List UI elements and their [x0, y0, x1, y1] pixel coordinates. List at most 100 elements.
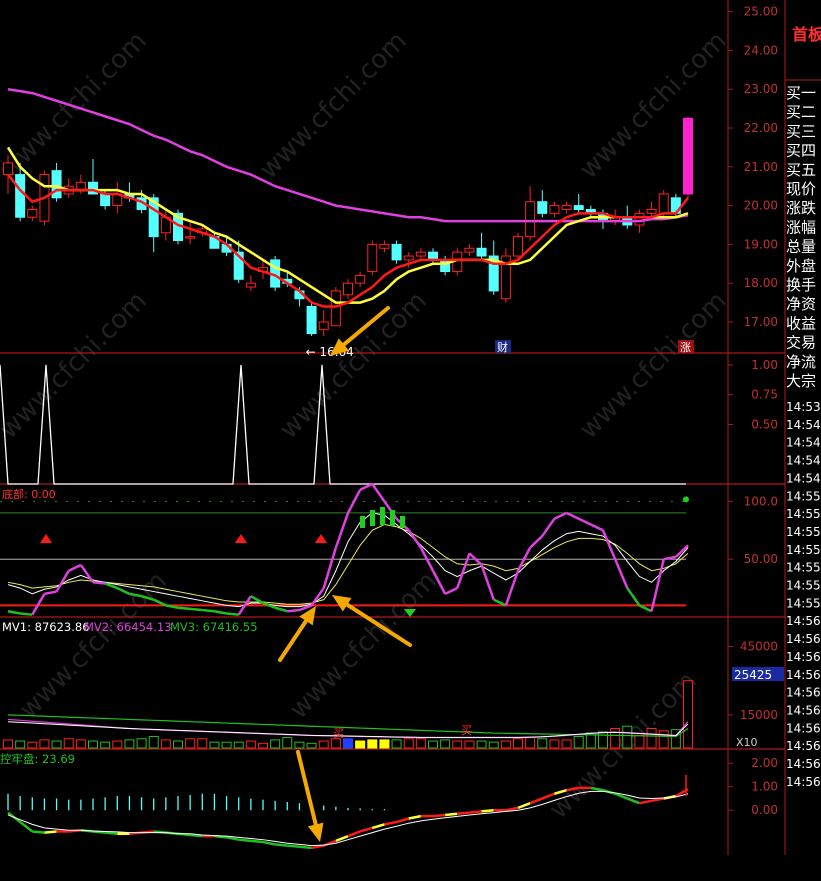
volume-bar[interactable] [160, 739, 171, 749]
volume-bar[interactable] [525, 737, 536, 749]
volume-bar[interactable] [476, 740, 487, 749]
candle-body[interactable] [561, 205, 572, 210]
volume-bar[interactable] [3, 739, 13, 749]
candle-body[interactable] [573, 205, 584, 210]
volume-bar[interactable] [27, 741, 38, 749]
volume-bar[interactable] [658, 730, 669, 749]
candle-body[interactable] [51, 170, 62, 199]
osc-main-segment [613, 558, 629, 589]
candle-body[interactable] [245, 282, 256, 288]
volume-bar[interactable] [355, 740, 366, 749]
volume-bar[interactable] [258, 742, 268, 749]
volume-bar[interactable] [634, 734, 645, 749]
candle-body[interactable] [100, 193, 111, 207]
volume-bar[interactable] [197, 738, 208, 749]
volume-bar[interactable] [500, 740, 511, 749]
price-tick-label: 19.00 [744, 237, 778, 251]
volume-bar[interactable] [148, 735, 159, 749]
volume-bar[interactable] [51, 740, 62, 749]
candle-body[interactable] [683, 117, 693, 195]
volume-bar[interactable] [112, 740, 123, 749]
volume-bar[interactable] [306, 742, 317, 749]
candle-body[interactable] [15, 174, 26, 218]
candle-body[interactable] [525, 201, 536, 238]
low-price-marker: ← 16.64 [306, 345, 354, 359]
candle-body[interactable] [415, 251, 426, 257]
candle-body[interactable] [3, 162, 13, 176]
candle-body[interactable] [391, 243, 402, 261]
volume-bar[interactable] [561, 739, 572, 749]
volume-bar[interactable] [15, 740, 26, 749]
volume-bar[interactable] [428, 740, 438, 749]
volume-bar[interactable] [100, 741, 111, 749]
volume-bar[interactable] [245, 740, 256, 749]
volume-bar[interactable] [39, 739, 50, 749]
control-main-segment [32, 830, 45, 834]
candle-body[interactable] [549, 205, 560, 214]
candle-body[interactable] [379, 243, 390, 249]
volume-bar[interactable] [209, 741, 220, 749]
volume-bar[interactable] [598, 731, 608, 749]
volume-bar[interactable] [88, 740, 98, 749]
volume-bar[interactable] [549, 739, 560, 749]
volume-bar[interactable] [343, 738, 353, 749]
candle-body[interactable] [355, 274, 366, 284]
volume-bar[interactable] [185, 738, 196, 749]
volume-bar[interactable] [683, 680, 693, 749]
volume-bar[interactable] [136, 738, 147, 749]
volume-bar[interactable] [173, 740, 183, 749]
volume-bar[interactable] [318, 740, 329, 749]
volume-bar[interactable] [488, 741, 499, 749]
candle-body[interactable] [403, 255, 414, 261]
volume-bar[interactable] [403, 738, 414, 749]
control-main-segment [396, 817, 410, 824]
volume-bar[interactable] [221, 741, 232, 749]
candle-body[interactable] [634, 212, 645, 226]
side-label: 净流 [786, 353, 816, 371]
candle-body[interactable] [185, 236, 196, 239]
volume-bar[interactable] [452, 740, 463, 749]
osc-main-segment [287, 608, 300, 613]
osc-main-segment [346, 489, 362, 514]
candle-body[interactable] [646, 208, 657, 214]
volume-bar[interactable] [440, 739, 451, 749]
osc-main-segment [626, 587, 641, 607]
annotation-arrow-head [307, 822, 324, 842]
volume-bar[interactable] [415, 738, 426, 749]
volume-bar[interactable] [270, 739, 281, 749]
volume-bar[interactable] [464, 740, 475, 749]
candle-body[interactable] [367, 243, 378, 273]
price-tick-label: 24.00 [744, 43, 778, 57]
control-main-segment [238, 838, 251, 843]
candle-body[interactable] [27, 208, 38, 218]
candle-body[interactable] [476, 247, 487, 257]
volume-bar[interactable] [622, 725, 633, 749]
volume-bar[interactable] [513, 738, 523, 749]
volume-bar[interactable] [294, 741, 305, 749]
time-label: 14:56 [786, 757, 821, 771]
candle-body[interactable] [306, 305, 317, 335]
candle-body[interactable] [318, 321, 329, 331]
volume-bar[interactable] [233, 741, 244, 749]
candle-body[interactable] [343, 282, 353, 296]
volume-bar[interactable] [75, 739, 86, 749]
volume-bar[interactable] [63, 738, 74, 749]
candle-body[interactable] [513, 236, 523, 257]
volume-bar[interactable] [367, 739, 378, 749]
volume-bar[interactable] [282, 737, 293, 749]
candle-body[interactable] [537, 201, 548, 214]
candle-body[interactable] [464, 247, 475, 253]
candle-body[interactable] [330, 290, 341, 327]
volume-bar[interactable] [573, 735, 584, 749]
price-tick-label: 20.00 [744, 199, 778, 213]
volume-bar[interactable] [610, 728, 621, 749]
candle-body[interactable] [658, 193, 669, 214]
volume-bar[interactable] [537, 738, 548, 749]
osc-main-segment [322, 547, 338, 589]
volume-bar[interactable] [646, 728, 657, 749]
volume-bar[interactable] [124, 739, 135, 749]
volume-bar[interactable] [391, 739, 402, 749]
volume-bar[interactable] [330, 738, 341, 749]
volume-bar[interactable] [379, 739, 390, 749]
time-label: 14:56 [786, 721, 821, 735]
